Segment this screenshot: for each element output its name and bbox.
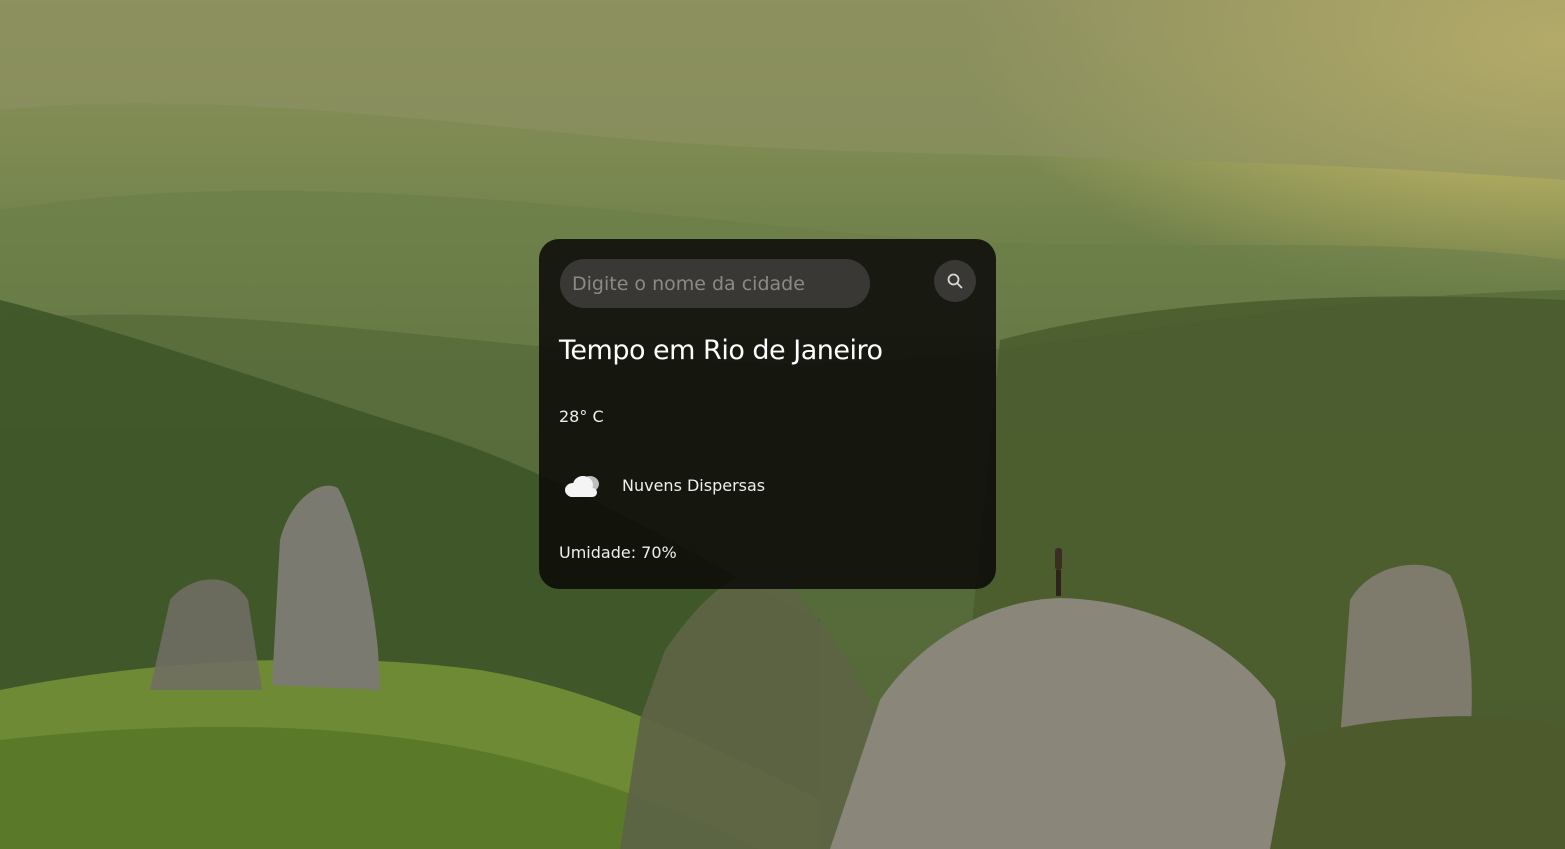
search-button[interactable]	[934, 260, 976, 302]
cloud-icon	[565, 476, 599, 497]
weather-card: Tempo em Rio de Janeiro 28° C Nuvens Dis…	[539, 239, 996, 589]
temperature-value: 28° C	[559, 407, 604, 426]
city-title: Tempo em Rio de Janeiro	[559, 335, 883, 366]
search-icon	[947, 273, 963, 289]
humidity-value: Umidade: 70%	[559, 543, 677, 562]
weather-condition: Nuvens Dispersas	[559, 468, 765, 502]
city-search-input[interactable]	[560, 259, 870, 308]
condition-label: Nuvens Dispersas	[622, 475, 766, 495]
